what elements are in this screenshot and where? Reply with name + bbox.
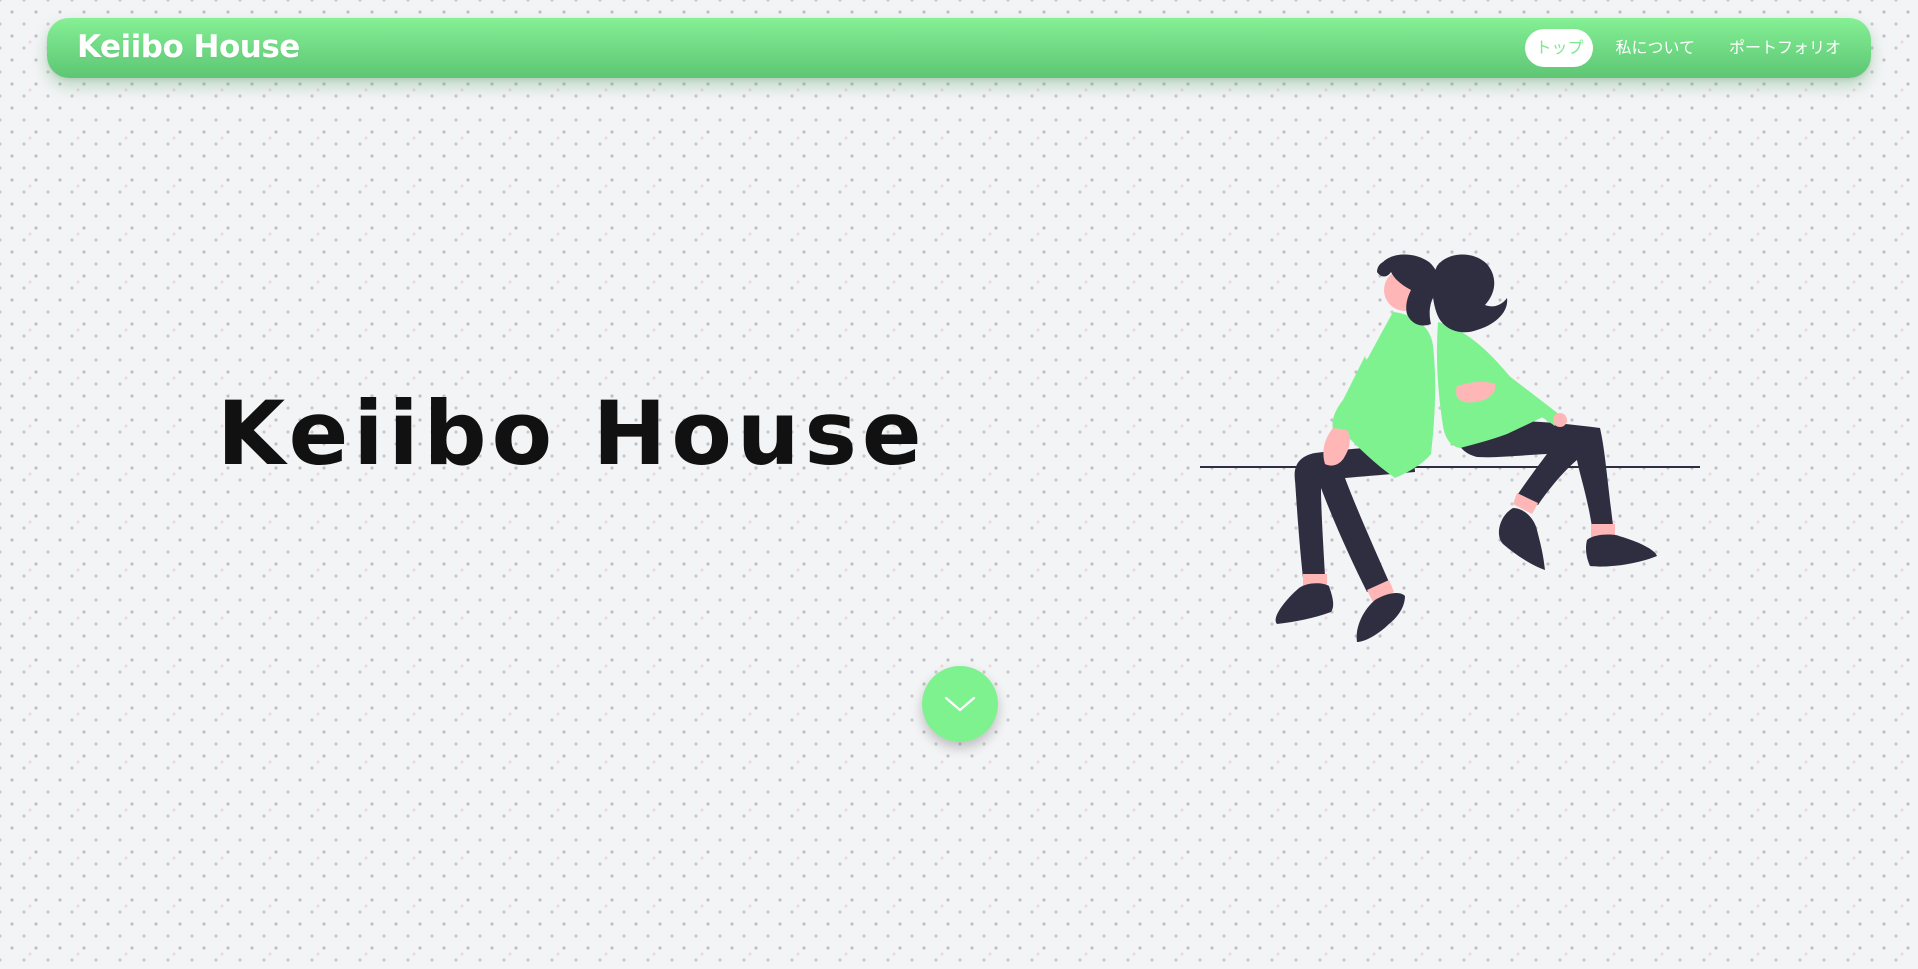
nav-item-about[interactable]: 私について — [1603, 29, 1707, 67]
couple-sitting-illustration — [1200, 254, 1700, 642]
nav-item-top[interactable]: トップ — [1525, 29, 1594, 67]
chevron-down-icon — [944, 696, 976, 712]
nav-item-portfolio[interactable]: ポートフォリオ — [1717, 29, 1853, 67]
brand-logo[interactable]: Keiibo House — [77, 18, 300, 78]
main-nav: トップ 私について ポートフォリオ — [1525, 28, 1853, 68]
top-navbar: Keiibo House トップ 私について ポートフォリオ — [47, 18, 1871, 78]
scroll-down-button[interactable] — [922, 666, 998, 742]
hero-title: Keiibo House — [217, 382, 927, 485]
